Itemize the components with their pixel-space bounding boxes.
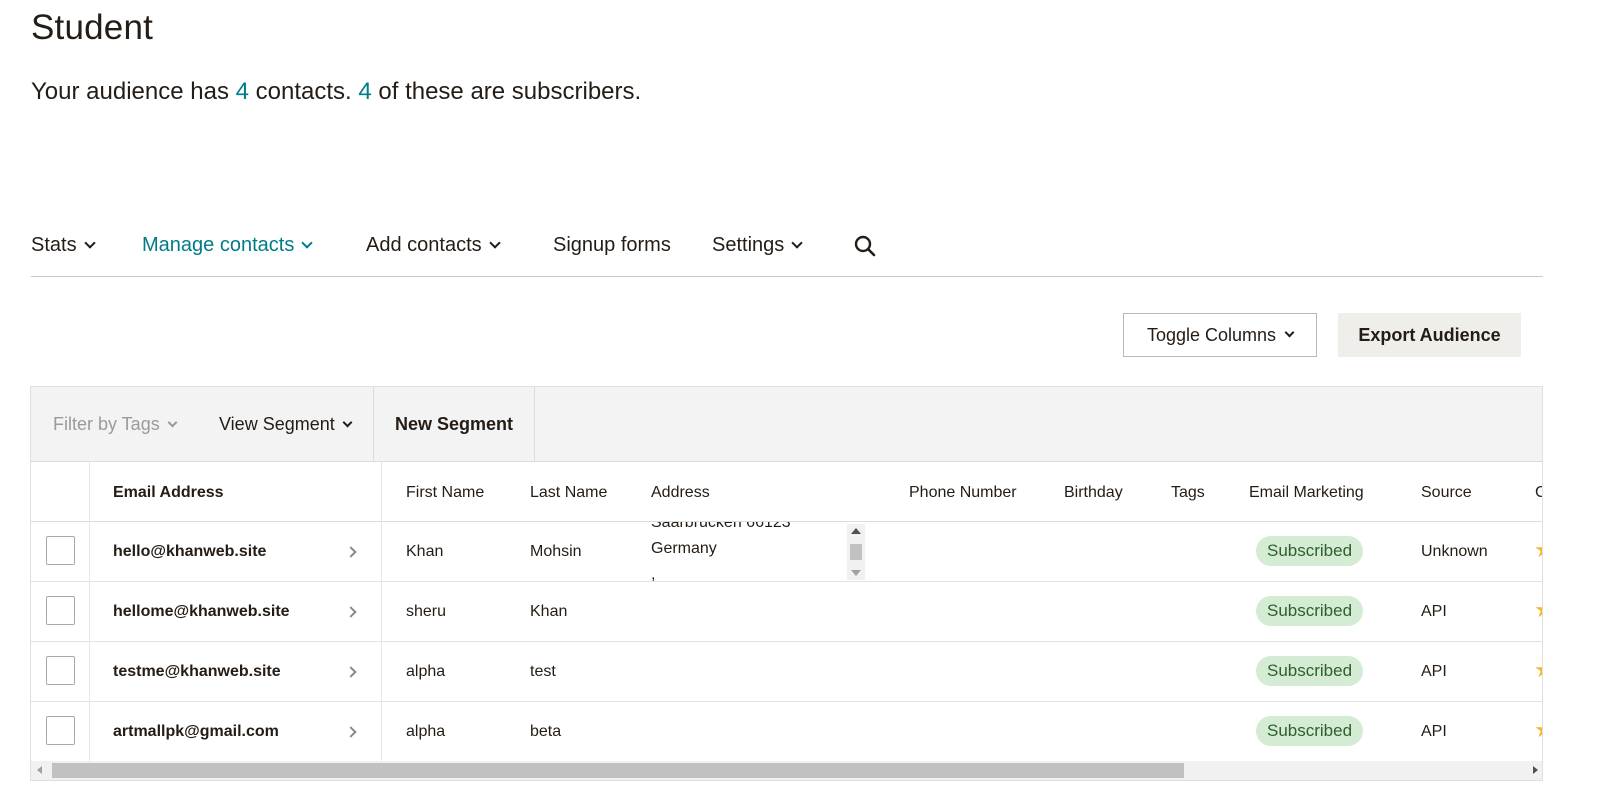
- summary-middle: contacts.: [248, 78, 359, 105]
- filter-tags-label: Filter by Tags: [53, 414, 160, 434]
- chevron-down-icon: [1284, 327, 1295, 338]
- scroll-thumb[interactable]: [850, 544, 862, 560]
- tab-label: Signup forms: [553, 234, 671, 256]
- column-header-address[interactable]: Address: [651, 484, 710, 502]
- chevron-down-icon: [301, 237, 313, 249]
- chevron-right-icon[interactable]: [345, 666, 357, 678]
- first-name-cell: alpha: [406, 723, 446, 740]
- source-cell: API: [1421, 663, 1447, 680]
- tab-signup-forms[interactable]: Signup forms: [553, 234, 671, 257]
- column-header-first-name[interactable]: First Name: [406, 484, 484, 502]
- status-badge: Subscribed: [1256, 596, 1364, 626]
- divider: [381, 462, 382, 762]
- column-header-email[interactable]: Email Address: [113, 484, 224, 502]
- table-header: Email Address First Name Last Name Addre…: [31, 462, 1542, 522]
- view-segment-dropdown[interactable]: View Segment: [219, 414, 353, 435]
- column-header-phone[interactable]: Phone Number: [909, 484, 1017, 502]
- source-cell: API: [1421, 723, 1447, 740]
- last-name-cell: test: [530, 663, 556, 680]
- view-segment-label: View Segment: [219, 414, 335, 434]
- table-row: artmallpk@gmail.com alpha beta Subscribe…: [31, 702, 1542, 762]
- scroll-down-icon[interactable]: [851, 570, 861, 576]
- toggle-columns-label: Toggle Columns: [1146, 324, 1277, 345]
- row-checkbox[interactable]: [46, 716, 75, 745]
- contact-email[interactable]: hellome@khanweb.site: [113, 603, 290, 621]
- tab-label: Add contacts: [366, 234, 482, 256]
- star-icon: ★: [1534, 539, 1542, 561]
- filter-by-tags-dropdown[interactable]: Filter by Tags: [53, 414, 178, 435]
- scroll-up-icon[interactable]: [851, 528, 861, 534]
- address-scrollbar[interactable]: [847, 524, 865, 580]
- first-name-cell: alpha: [406, 663, 446, 680]
- chevron-down-icon: [342, 417, 353, 427]
- audience-nav: Stats Manage contacts Add contacts Signu…: [31, 222, 1543, 277]
- summary-prefix: Your audience has: [31, 78, 236, 105]
- new-segment-button[interactable]: New Segment: [374, 387, 534, 462]
- last-name-cell: Khan: [530, 603, 568, 620]
- toggle-columns-button[interactable]: Toggle Columns: [1123, 313, 1317, 357]
- scroll-right-icon[interactable]: [1533, 766, 1538, 774]
- status-badge: Subscribed: [1256, 656, 1364, 686]
- subscribers-count: 4: [358, 78, 372, 105]
- column-header-last-name[interactable]: Last Name: [530, 484, 607, 502]
- divider: [89, 462, 90, 762]
- summary-suffix: of these are subscribers.: [371, 78, 642, 105]
- contact-email[interactable]: hello@khanweb.site: [113, 543, 266, 561]
- first-name-cell: sheru: [406, 603, 447, 620]
- search-icon[interactable]: [853, 234, 877, 258]
- export-audience-button[interactable]: Export Audience: [1338, 313, 1521, 357]
- table-row: hellome@khanweb.site sheru Khan Subscrib…: [31, 582, 1542, 642]
- tab-label: Manage contacts: [142, 234, 295, 256]
- divider: [534, 387, 535, 462]
- row-checkbox[interactable]: [46, 536, 75, 565]
- last-name-cell: beta: [530, 723, 562, 740]
- address-cell[interactable]: Saarbrücken 66123 Germany ,: [651, 522, 865, 582]
- status-badge: Subscribed: [1256, 716, 1364, 746]
- contacts-count: 4: [235, 78, 249, 105]
- row-checkbox[interactable]: [46, 656, 75, 685]
- column-header-birthday[interactable]: Birthday: [1064, 484, 1123, 502]
- column-header-tags[interactable]: Tags: [1171, 484, 1205, 502]
- chevron-right-icon[interactable]: [345, 606, 357, 618]
- table-row: hello@khanweb.site Khan Mohsin Saarbrück…: [31, 522, 1542, 582]
- first-name-cell: Khan: [406, 543, 444, 560]
- page-title: Student: [31, 8, 154, 47]
- tab-add-contacts[interactable]: Add contacts: [366, 234, 501, 257]
- contact-email[interactable]: testme@khanweb.site: [113, 663, 281, 681]
- tab-manage-contacts[interactable]: Manage contacts: [142, 234, 313, 257]
- star-icon: ★: [1534, 659, 1542, 681]
- segment-filter-bar: Filter by Tags View Segment New Segment: [31, 387, 1542, 462]
- contacts-table: Filter by Tags View Segment New Segment …: [30, 386, 1543, 781]
- address-line-3: ,: [651, 566, 656, 582]
- chevron-down-icon: [167, 417, 178, 427]
- last-name-cell: Mohsin: [530, 543, 582, 560]
- row-checkbox[interactable]: [46, 596, 75, 625]
- audience-summary: Your audience has 4 contacts. 4 of these…: [31, 78, 641, 106]
- star-icon: ★: [1534, 719, 1542, 741]
- chevron-down-icon: [791, 237, 803, 249]
- scroll-thumb[interactable]: [52, 763, 1184, 778]
- chevron-right-icon[interactable]: [345, 546, 357, 558]
- column-header-email-marketing[interactable]: Email Marketing: [1249, 484, 1364, 502]
- column-header-source[interactable]: Source: [1421, 484, 1472, 502]
- source-cell: API: [1421, 603, 1447, 620]
- tab-settings[interactable]: Settings: [712, 234, 803, 257]
- table-row: testme@khanweb.site alpha test Subscribe…: [31, 642, 1542, 702]
- source-cell: Unknown: [1421, 543, 1488, 560]
- tab-stats[interactable]: Stats: [31, 234, 96, 257]
- contact-email[interactable]: artmallpk@gmail.com: [113, 723, 279, 741]
- chevron-down-icon: [488, 237, 501, 249]
- column-header-partial[interactable]: C: [1535, 484, 1542, 502]
- address-lines: Saarbrücken 66123 Germany ,: [651, 522, 791, 582]
- address-line-2: Germany: [651, 540, 717, 557]
- star-icon: ★: [1534, 599, 1542, 621]
- chevron-down-icon: [83, 237, 96, 249]
- horizontal-scrollbar[interactable]: [31, 761, 1542, 780]
- chevron-right-icon[interactable]: [345, 726, 357, 738]
- status-badge: Subscribed: [1256, 536, 1364, 566]
- address-line-1: Saarbrücken 66123: [651, 522, 791, 531]
- tab-label: Settings: [712, 234, 785, 256]
- tab-label: Stats: [31, 234, 77, 256]
- scroll-left-icon[interactable]: [37, 766, 42, 774]
